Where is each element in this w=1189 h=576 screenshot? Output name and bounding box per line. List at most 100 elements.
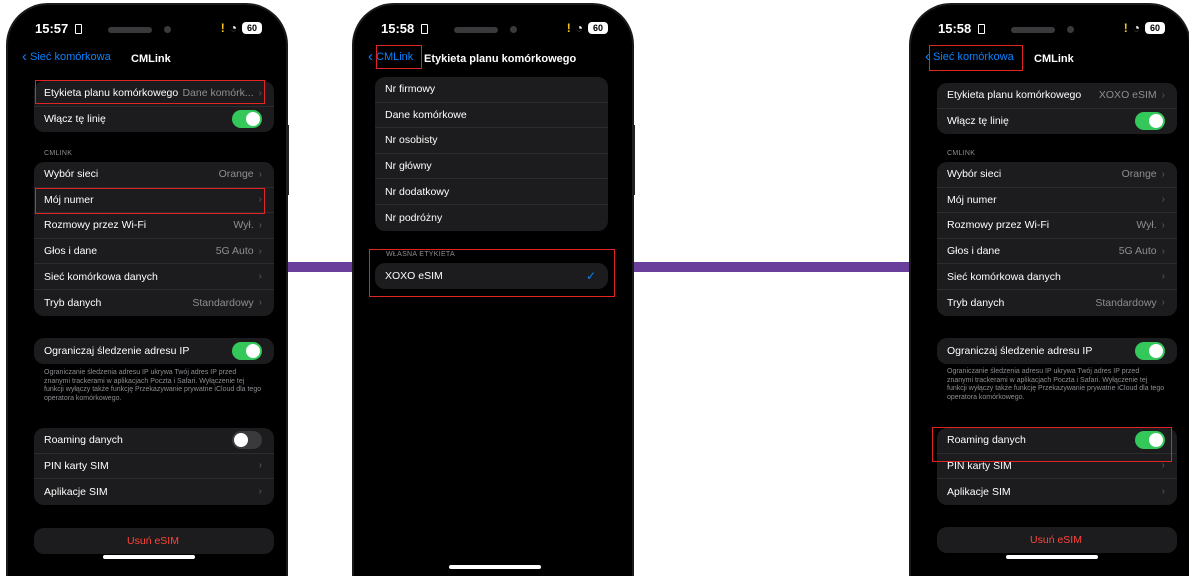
section-header: CMLINK xyxy=(947,150,976,157)
chevron-right-icon: › xyxy=(1161,245,1165,257)
row-voice-data[interactable]: Głos i dane 5G Auto › xyxy=(34,239,274,265)
row-data-roaming: Roaming danych xyxy=(34,428,274,454)
page-title: CMLink xyxy=(131,53,171,65)
chevron-left-icon: ‹ xyxy=(22,48,27,65)
row-value: Standardowy xyxy=(192,296,254,309)
nav-bar: ‹ Sieć komórkowa CMLink xyxy=(8,49,286,71)
chevron-right-icon: › xyxy=(1161,297,1165,309)
row-cellular-plan-label[interactable]: Etykieta planu komórkowego XOXO eSIM › xyxy=(937,83,1177,109)
row-limit-ip-tracking: Ograniczaj śledzenie adresu IP xyxy=(34,338,274,364)
chevron-right-icon: › xyxy=(1161,89,1165,101)
page-title: Etykieta planu komórkowego xyxy=(424,53,577,65)
chevron-right-icon: › xyxy=(1161,271,1165,283)
dynamic-island xyxy=(454,23,532,37)
label-group: Etykieta planu komórkowego XOXO eSIM › Wł… xyxy=(937,83,1177,135)
row-sim-apps[interactable]: Aplikacje SIM › xyxy=(34,479,274,505)
home-indicator[interactable] xyxy=(1006,555,1098,559)
row-my-number[interactable]: Mój numer › xyxy=(937,188,1177,214)
battery-icon: 60 xyxy=(588,22,608,34)
ip-tracking-toggle[interactable] xyxy=(1135,341,1165,360)
row-value: 5G Auto xyxy=(215,245,254,258)
data-roaming-toggle[interactable] xyxy=(232,431,262,450)
chevron-right-icon: › xyxy=(258,297,262,309)
row-label: Głos i dane xyxy=(44,245,98,258)
highlight-my-number xyxy=(35,188,265,214)
highlight-data-roaming xyxy=(932,427,1172,462)
row-network-selection[interactable]: Wybór sieci Orange › xyxy=(937,162,1177,188)
row-label: Tryb danych xyxy=(947,296,1005,309)
row-network-selection[interactable]: Wybór sieci Orange › xyxy=(34,162,274,188)
label-options-group: Nr firmowy Dane komórkowe Nr osobisty Nr… xyxy=(375,77,608,231)
home-indicator[interactable] xyxy=(103,555,195,559)
row-cellular-data-network[interactable]: Sieć komórkowa danych › xyxy=(34,264,274,290)
status-time: 15:57 xyxy=(35,21,69,36)
ip-tracking-toggle[interactable] xyxy=(232,341,262,360)
row-label: Roaming danych xyxy=(44,434,123,447)
row-value: 5G Auto xyxy=(1118,245,1157,258)
option-company[interactable]: Nr firmowy xyxy=(375,77,608,103)
row-value: Orange xyxy=(1121,168,1157,181)
row-data-mode[interactable]: Tryb danych Standardowy › xyxy=(34,290,274,316)
highlight-plan-label xyxy=(35,80,265,104)
page-title: CMLink xyxy=(1034,53,1074,65)
row-label: Rozmowy przez Wi-Fi xyxy=(44,219,147,232)
highlight-back xyxy=(376,45,422,69)
option-personal[interactable]: Nr osobisty xyxy=(375,128,608,154)
row-label: Aplikacje SIM xyxy=(947,485,1011,498)
row-label: Aplikacje SIM xyxy=(44,485,108,498)
side-button xyxy=(632,125,635,195)
battery-icon: 60 xyxy=(1145,22,1165,34)
enable-line-toggle[interactable] xyxy=(232,110,262,129)
ip-tracking-group: Ograniczaj śledzenie adresu IP xyxy=(34,338,274,364)
chevron-right-icon: › xyxy=(258,245,262,257)
back-button[interactable]: ‹ Sieć komórkowa xyxy=(22,48,111,65)
home-indicator[interactable] xyxy=(449,565,541,569)
row-cellular-data-network[interactable]: Sieć komórkowa danych › xyxy=(937,264,1177,290)
option-travel[interactable]: Nr podróżny xyxy=(375,205,608,231)
wifi-icon: ◔ xyxy=(575,21,583,35)
remove-esim-button[interactable]: Usuń eSIM xyxy=(34,528,274,554)
row-wifi-calling[interactable]: Rozmowy przez Wi-Fi Wył. › xyxy=(937,213,1177,239)
chevron-right-icon: › xyxy=(1161,168,1165,180)
remove-esim-button[interactable]: Usuń eSIM xyxy=(937,527,1177,553)
wifi-icon: ◔ xyxy=(229,21,237,35)
alert-icon: ! xyxy=(566,21,571,35)
row-sim-pin[interactable]: PIN karty SIM › xyxy=(34,454,274,480)
row-label: Rozmowy przez Wi-Fi xyxy=(947,219,1050,232)
status-time: 15:58 xyxy=(381,21,415,36)
status-bar: 15:57 ! ◔ 60 xyxy=(8,19,286,39)
option-label: Nr podróżny xyxy=(385,211,443,224)
highlight-back xyxy=(929,45,1023,71)
option-primary[interactable]: Nr główny xyxy=(375,154,608,180)
enable-line-toggle[interactable] xyxy=(1135,112,1165,131)
row-data-mode[interactable]: Tryb danych Standardowy › xyxy=(937,290,1177,316)
row-label: Włącz tę linię xyxy=(44,113,106,126)
row-label: Tryb danych xyxy=(44,296,102,309)
chevron-right-icon: › xyxy=(258,168,262,180)
option-label: Nr firmowy xyxy=(385,83,436,96)
status-time: 15:58 xyxy=(938,21,972,36)
row-voice-data[interactable]: Głos i dane 5G Auto › xyxy=(937,239,1177,265)
side-button xyxy=(286,125,289,195)
chevron-right-icon: › xyxy=(258,460,262,472)
row-wifi-calling[interactable]: Rozmowy przez Wi-Fi Wył. › xyxy=(34,213,274,239)
section-header: CMLINK xyxy=(44,150,73,157)
chevron-right-icon: › xyxy=(258,219,262,231)
wifi-icon: ◔ xyxy=(1132,21,1140,35)
chevron-right-icon: › xyxy=(258,271,262,283)
row-value: Orange xyxy=(218,168,254,181)
option-cellular-data[interactable]: Dane komórkowe xyxy=(375,103,608,129)
row-sim-apps[interactable]: Aplikacje SIM › xyxy=(937,479,1177,505)
ip-tracking-footnote: Ograniczanie śledzenia adresu IP ukrywa … xyxy=(947,368,1165,401)
chevron-right-icon: › xyxy=(1161,486,1165,498)
row-value: XOXO eSIM xyxy=(1098,89,1157,102)
row-label: Ograniczaj śledzenie adresu IP xyxy=(44,344,190,357)
row-label: Mój numer xyxy=(947,193,997,206)
timer-icon xyxy=(978,24,985,34)
dynamic-island xyxy=(108,23,186,37)
option-secondary[interactable]: Nr dodatkowy xyxy=(375,179,608,205)
flow-connector-right xyxy=(630,262,916,272)
ip-tracking-footnote: Ograniczanie śledzenia adresu IP ukrywa … xyxy=(44,369,262,402)
row-label: Ograniczaj śledzenie adresu IP xyxy=(947,344,1093,357)
row-value: Wył. xyxy=(233,219,254,232)
